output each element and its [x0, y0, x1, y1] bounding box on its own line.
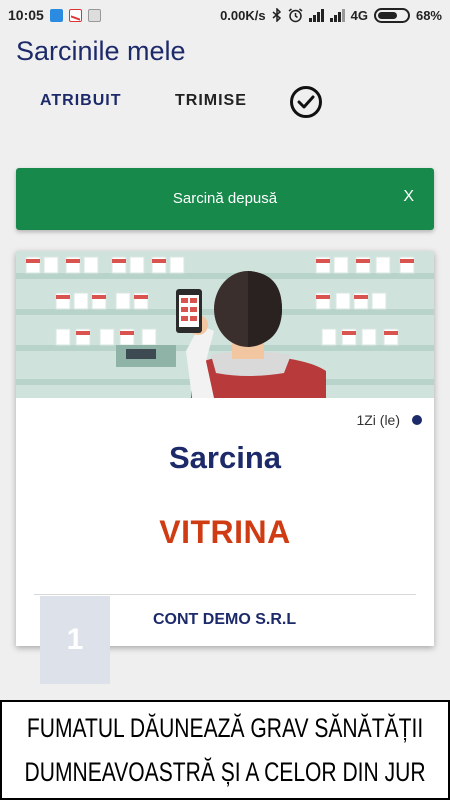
app-notification-icon — [49, 8, 63, 22]
status-bar-left: 10:05 — [8, 7, 101, 23]
status-time: 10:05 — [8, 7, 44, 23]
status-dot-icon — [412, 415, 422, 425]
task-number-badge: 1 — [40, 596, 110, 684]
tab-bar: ATRIBUIT TRIMISE — [0, 84, 450, 120]
task-label: Sarcina — [168, 440, 281, 475]
tab-completed[interactable] — [290, 86, 322, 118]
health-warning-banner: FUMATUL DĂUNEAZĂ GRAV SĂNĂTĂȚII DUMNEAVO… — [0, 700, 450, 800]
tab-sent[interactable]: TRIMISE — [175, 92, 247, 110]
task-card[interactable]: 1Zi (le) Sarcina VITRINA CONT DEMO S.R.L — [16, 251, 434, 646]
image-icon — [87, 8, 101, 22]
task-company: CONT DEMO S.R.L — [153, 611, 297, 628]
network-speed: 0.00K/s — [220, 7, 266, 23]
battery-icon — [373, 7, 410, 23]
task-meta: 1Zi (le) — [356, 412, 422, 428]
battery-fill — [377, 11, 397, 19]
tab-assigned[interactable]: ATRIBUIT — [40, 92, 121, 110]
task-due: 1Zi (le) — [356, 412, 400, 428]
check-circle-icon — [297, 95, 315, 109]
mail-icon — [68, 8, 82, 22]
signal-icon — [329, 8, 345, 22]
snackbar-close-button[interactable]: X — [403, 188, 414, 206]
card-divider — [34, 594, 416, 595]
status-bar-right: 0.00K/s 4G 68% — [220, 7, 442, 23]
health-warning-line-1: FUMATUL DĂUNEAZĂ GRAV SĂNĂTĂȚII — [26, 713, 424, 743]
network-type: 4G — [350, 7, 368, 23]
health-warning-line-2: DUMNEAVOASTRĂ ȘI A CELOR DIN JUR — [24, 757, 426, 787]
snackbar-message: Sarcină depusă — [172, 190, 278, 207]
battery-percent: 68% — [415, 7, 442, 23]
alarm-icon — [288, 7, 303, 22]
page-title: Sarcinile mele — [16, 36, 186, 66]
snackbar: Sarcină depusă X — [16, 168, 434, 230]
signal-icon — [308, 8, 324, 22]
status-bar: 10:05 0.00K/s 4G 68% — [0, 0, 450, 30]
bluetooth-icon — [272, 8, 281, 22]
task-name: VITRINA — [159, 514, 291, 550]
task-hero-illustration — [16, 251, 434, 398]
